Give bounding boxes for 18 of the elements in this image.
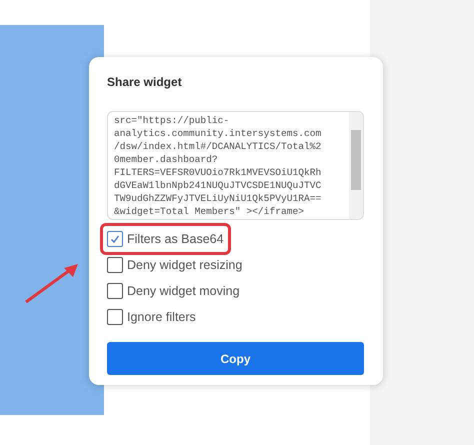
- checkbox[interactable]: [107, 283, 123, 299]
- arrow-icon: [24, 262, 80, 304]
- scrollbar[interactable]: [349, 112, 363, 219]
- checkbox[interactable]: [107, 257, 123, 273]
- option-label: Filters as Base64: [127, 232, 224, 246]
- dialog-title: Share widget: [107, 75, 183, 89]
- copy-button[interactable]: Copy: [107, 342, 364, 375]
- option-label: Deny widget moving: [127, 284, 240, 298]
- checkbox[interactable]: [107, 231, 123, 247]
- option-label: Deny widget resizing: [127, 258, 242, 272]
- option-label: Ignore filters: [127, 310, 196, 324]
- checkbox[interactable]: [107, 309, 123, 325]
- checkbox-option[interactable]: Ignore filters: [103, 304, 200, 330]
- checkbox-option[interactable]: Deny widget moving: [103, 278, 244, 304]
- code-field[interactable]: src="https://public- analytics.community.intersystems.com /dsw/index.html#/DCANALYTICS/Total%2 0member.dashboard? FILTERS=VEFSR0VUOio7Rk1MVEVSOiU1QkRh dGVEaW1lbnNpb241NUQuJTVCSDE1NUQuJTVC TW9udGhZZWFyJTVELiUyNiU1Qk5PVyU1RA== &widget=Total Members" ></iframe>: [107, 111, 364, 220]
- check-icon: [110, 234, 120, 244]
- checkbox-option[interactable]: Deny widget resizing: [103, 252, 246, 278]
- highlighted-option[interactable]: Filters as Base64: [103, 226, 228, 252]
